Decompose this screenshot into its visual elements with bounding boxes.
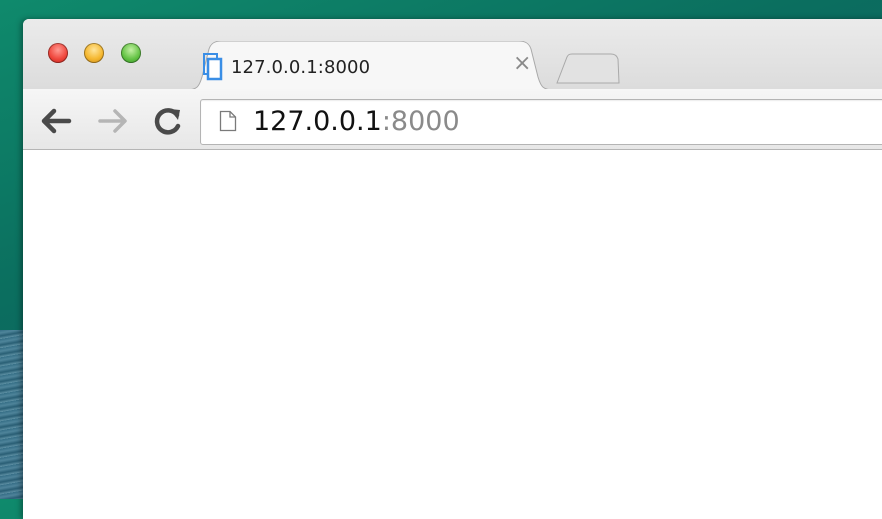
tab-title: 127.0.0.1:8000 (231, 57, 371, 78)
page-content (23, 150, 882, 519)
minimize-window-button[interactable] (84, 43, 104, 63)
reload-icon[interactable] (151, 106, 185, 136)
toolbar: 127.0.0.1:8000 (23, 89, 882, 150)
address-bar[interactable]: 127.0.0.1:8000 (200, 99, 882, 145)
desktop-background (0, 330, 24, 499)
zoom-window-button[interactable] (121, 43, 141, 63)
close-window-button[interactable] (48, 43, 68, 63)
url-host: 127.0.0.1 (253, 106, 382, 137)
browser-window: 127.0.0.1:8000 × 127.0.0.1:8000 (23, 19, 882, 519)
tab-close-icon[interactable]: × (513, 53, 531, 75)
forward-arrow-icon[interactable] (96, 106, 130, 136)
back-arrow-icon[interactable] (39, 106, 73, 136)
new-tab-icon[interactable] (555, 53, 621, 85)
page-icon (219, 110, 237, 132)
page-favicon-icon (203, 53, 223, 81)
address-url[interactable]: 127.0.0.1:8000 (253, 107, 460, 137)
title-bar: 127.0.0.1:8000 × (23, 19, 882, 91)
url-port: :8000 (381, 106, 460, 137)
tab-active[interactable]: 127.0.0.1:8000 × (185, 41, 555, 91)
